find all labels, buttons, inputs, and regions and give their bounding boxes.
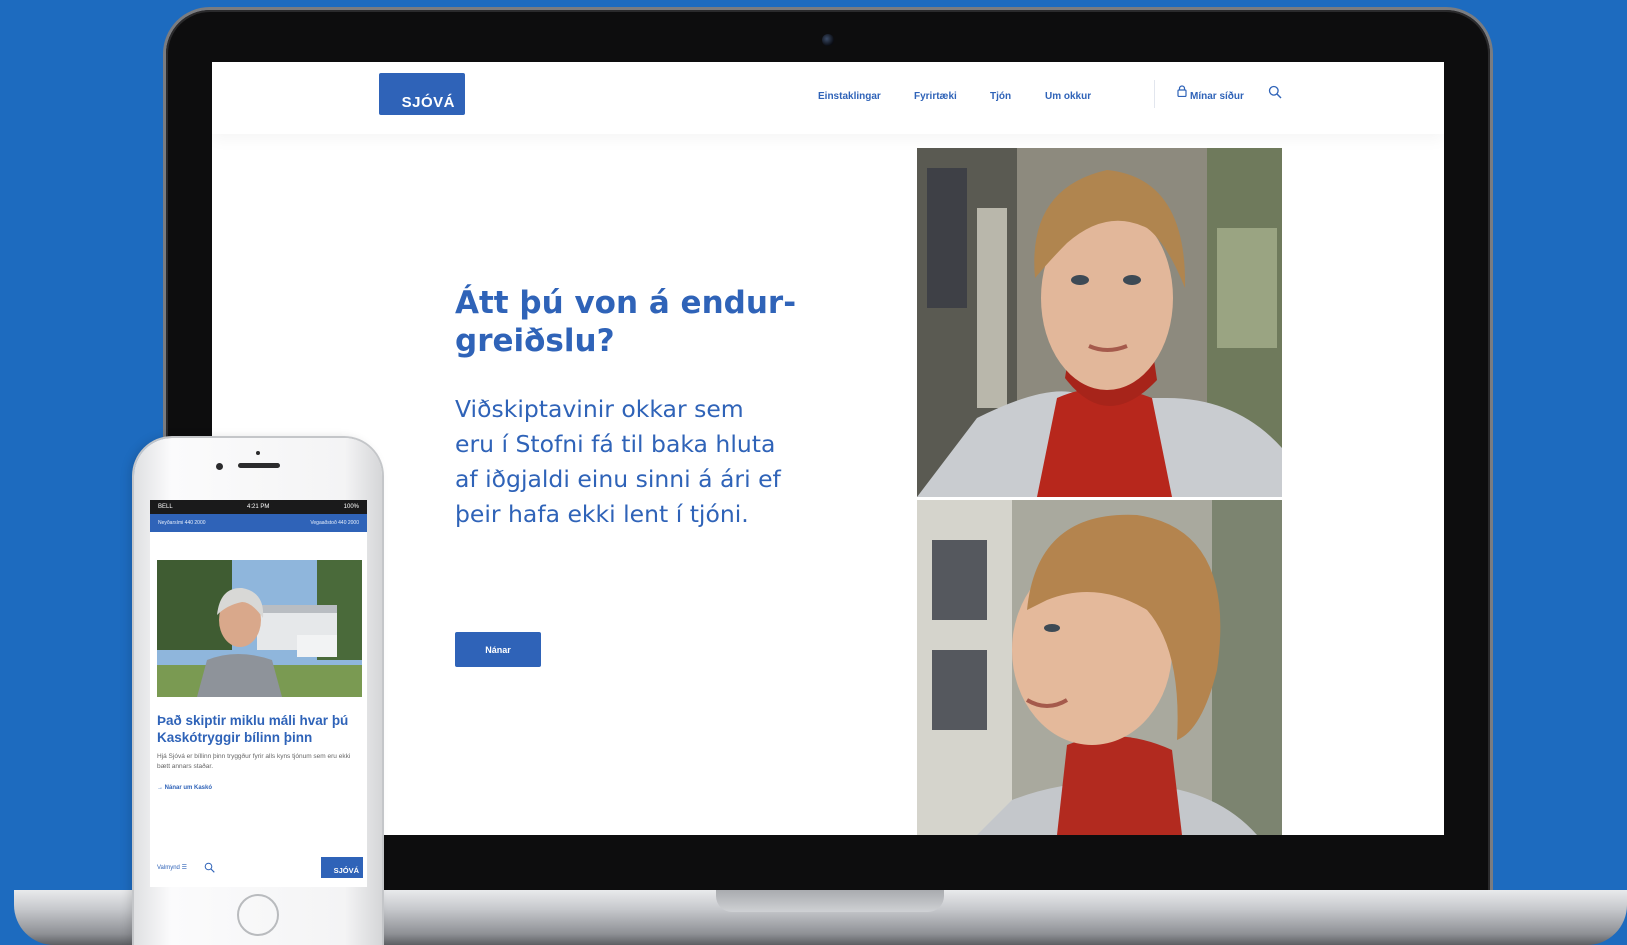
battery-label: 100% (343, 504, 359, 510)
home-button[interactable] (237, 894, 279, 936)
article-title-line: Kaskótryggir bílinn þinn (157, 730, 313, 745)
status-bar: BELL 4:21 PM 100% (150, 500, 367, 514)
menu-button[interactable]: Valmynd ☰ (157, 864, 187, 871)
search-icon[interactable] (1268, 85, 1282, 99)
article-body: Hjá Sjóvá er bíllinn þinn tryggður fyrir… (157, 753, 351, 770)
phone-sensor (256, 451, 260, 455)
mobile-screen: BELL 4:21 PM 100% Neyðarsími 440 2000 Ve… (150, 500, 367, 887)
more-about-kasko-link[interactable]: → Nánar um Kaskó (157, 785, 212, 791)
hero-text-line: af iðgjaldi einu sinni á ári ef (455, 465, 781, 493)
laptop-notch (716, 890, 944, 912)
hero-text-line: þeir hafa ekki lent í tjóni. (455, 500, 749, 528)
hero-photo-woman-profile (917, 500, 1282, 835)
nav-item-tjon[interactable]: Tjón (990, 91, 1011, 102)
article-photo-man-car (157, 560, 362, 697)
phone-camera (216, 463, 223, 470)
desktop-screen: SJÓVÁ Einstaklingar Fyrirtæki Tjón Um ok… (212, 62, 1444, 835)
carrier-label: BELL (158, 504, 173, 510)
hero-photo-woman-front (917, 148, 1282, 497)
hero-text-line: Viðskiptavinir okkar sem (455, 395, 744, 423)
mobile-bottom-bar: Valmynd ☰ SJÓVÁ (150, 852, 367, 887)
article-title[interactable]: Það skiptir miklu máli hvar þú Kaskótryg… (157, 712, 362, 746)
login-link[interactable]: Mínar síður (1190, 91, 1244, 102)
main-nav: Einstaklingar Fyrirtæki Tjón Um okkur Mí… (212, 86, 1444, 106)
more-button[interactable]: Nánar (455, 632, 541, 667)
nav-item-um-okkur[interactable]: Um okkur (1045, 91, 1091, 102)
sjova-logo-mobile[interactable]: SJÓVÁ (321, 857, 363, 878)
nav-item-fyrirtaeki[interactable]: Fyrirtæki (914, 91, 957, 102)
roadside-phone-link[interactable]: Vegaaðstoð 440 2000 (310, 520, 359, 526)
hero-text: Viðskiptavinir okkar sem eru í Stofni fá… (455, 392, 835, 532)
hero-title: Átt þú von á endur- greiðslu? (455, 284, 815, 360)
clock: 4:21 PM (246, 504, 270, 510)
webcam (822, 34, 834, 46)
article-title-line: Það skiptir miklu máli hvar þú (157, 713, 349, 728)
mobile-topbar: Neyðarsími 440 2000 Vegaaðstoð 440 2000 (150, 514, 367, 532)
phone-speaker (238, 463, 280, 468)
nav-item-einstaklingar[interactable]: Einstaklingar (818, 91, 881, 102)
hero-title-line: greiðslu? (455, 323, 615, 359)
lock-icon (1177, 85, 1187, 97)
nav-divider (1154, 80, 1155, 108)
site-header: SJÓVÁ Einstaklingar Fyrirtæki Tjón Um ok… (212, 62, 1444, 134)
search-icon[interactable] (204, 862, 215, 873)
hero-text-line: eru í Stofni fá til baka hluta (455, 430, 776, 458)
hero-title-line: Átt þú von á endur- (455, 285, 797, 321)
emergency-phone-link[interactable]: Neyðarsími 440 2000 (158, 520, 206, 526)
